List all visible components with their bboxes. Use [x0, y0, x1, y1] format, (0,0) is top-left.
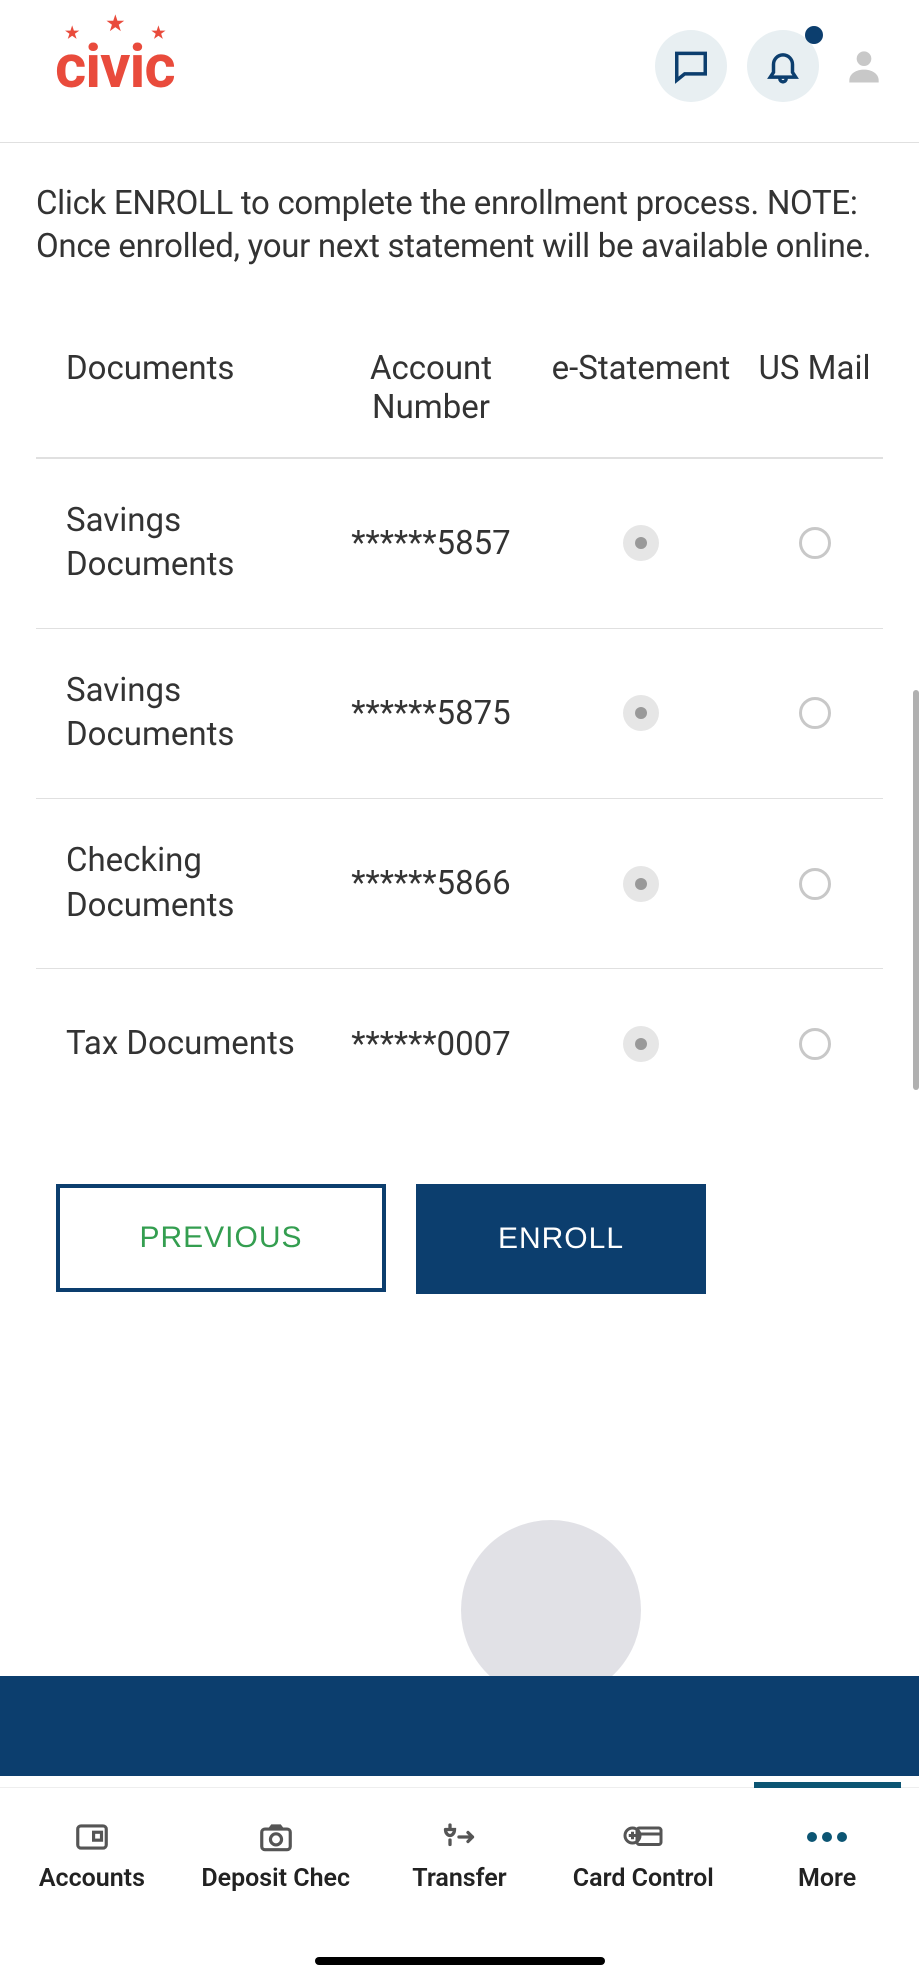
- usmail-radio[interactable]: [799, 1028, 831, 1060]
- accounts-icon: [73, 1818, 111, 1856]
- camera-icon: [257, 1818, 295, 1856]
- nav-label: Accounts: [39, 1864, 145, 1893]
- scroll-indicator[interactable]: [913, 690, 919, 1090]
- estatement-radio[interactable]: [623, 525, 659, 561]
- bell-icon: [764, 47, 802, 85]
- row-account-number: ******5866: [326, 864, 536, 903]
- button-row: PREVIOUS ENROLL: [36, 1119, 883, 1294]
- person-icon: [842, 44, 886, 88]
- transfer-icon: [438, 1818, 480, 1856]
- logo: ★★★ civic: [55, 31, 175, 102]
- nav-label: Card Control: [573, 1864, 714, 1893]
- notifications-button[interactable]: [747, 30, 819, 102]
- message-icon: [672, 47, 710, 85]
- nav-card-controls[interactable]: Card Control: [551, 1788, 735, 1922]
- nav-label: Transfer: [412, 1864, 506, 1893]
- header-estatement: e-Statement: [536, 349, 746, 427]
- row-account-number: ******0007: [326, 1025, 536, 1064]
- row-documents-label: Tax Documents: [66, 1022, 326, 1067]
- more-dots-icon: [807, 1818, 847, 1856]
- row-account-number: ******5857: [326, 524, 536, 563]
- nav-transfer[interactable]: Transfer: [368, 1788, 552, 1922]
- row-documents-label: Savings Documents: [66, 499, 326, 588]
- home-indicator[interactable]: [315, 1957, 605, 1965]
- previous-button[interactable]: PREVIOUS: [56, 1184, 386, 1292]
- messages-button[interactable]: [655, 30, 727, 102]
- estatement-radio[interactable]: [623, 1026, 659, 1062]
- header-icons: [655, 30, 889, 102]
- estatement-radio[interactable]: [623, 695, 659, 731]
- notification-dot-icon: [805, 26, 823, 44]
- nav-label: Deposit Chec: [201, 1864, 350, 1893]
- bottom-nav: Accounts Deposit Chec Transfer Card Cont…: [0, 1787, 919, 1922]
- table-row: Savings Documents ******5875: [36, 629, 883, 799]
- documents-table: Documents Account Number e-Statement US …: [36, 349, 883, 1119]
- table-header: Documents Account Number e-Statement US …: [36, 349, 883, 459]
- header-documents: Documents: [66, 349, 326, 427]
- enroll-button[interactable]: ENROLL: [416, 1184, 706, 1294]
- row-documents-label: Savings Documents: [66, 669, 326, 758]
- row-account-number: ******5875: [326, 694, 536, 733]
- header-account: Account Number: [326, 349, 536, 427]
- row-documents-label: Checking Documents: [66, 839, 326, 928]
- usmail-radio[interactable]: [799, 868, 831, 900]
- table-row: Tax Documents ******0007: [36, 969, 883, 1119]
- touch-indicator-icon: [461, 1520, 641, 1700]
- nav-label: More: [798, 1864, 856, 1893]
- estatement-radio[interactable]: [623, 866, 659, 902]
- instruction-text: Click ENROLL to complete the enrollment …: [36, 183, 883, 269]
- app-header: ★★★ civic: [0, 0, 919, 143]
- nav-more[interactable]: More: [735, 1788, 919, 1922]
- profile-button[interactable]: [839, 41, 889, 91]
- usmail-radio[interactable]: [799, 527, 831, 559]
- table-row: Checking Documents ******5866: [36, 799, 883, 969]
- footer-band: [0, 1676, 919, 1776]
- content-area: Click ENROLL to complete the enrollment …: [0, 143, 919, 1294]
- card-controls-icon: [622, 1818, 664, 1856]
- nav-deposit[interactable]: Deposit Chec: [184, 1788, 368, 1922]
- nav-accounts[interactable]: Accounts: [0, 1788, 184, 1922]
- header-usmail: US Mail: [746, 349, 883, 427]
- table-row: Savings Documents ******5857: [36, 459, 883, 629]
- usmail-radio[interactable]: [799, 697, 831, 729]
